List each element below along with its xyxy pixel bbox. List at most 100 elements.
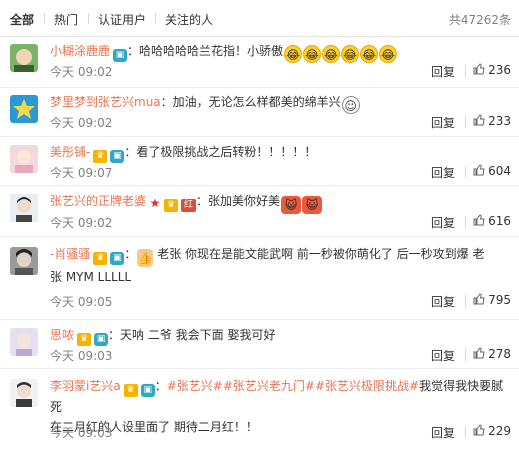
reply-button[interactable]: 回复	[431, 293, 455, 310]
thumbs-up-icon	[473, 114, 485, 126]
avatar-image	[13, 99, 35, 119]
reply-button[interactable]: 回复	[431, 347, 455, 364]
avatar-image	[14, 49, 34, 72]
tab-divider	[88, 13, 89, 24]
action-divider	[465, 216, 466, 228]
avatar[interactable]	[10, 194, 38, 222]
comment-content: ：加油，无论怎么样都美的绵羊兴	[160, 95, 341, 109]
topic-link[interactable]: #张艺兴老九门#	[223, 379, 315, 393]
comment-content-prefix: ：	[154, 379, 167, 393]
like-button[interactable]: 616	[473, 214, 511, 228]
like-count: 616	[488, 214, 511, 228]
reply-button[interactable]: 回复	[431, 63, 455, 80]
camera-icon: ▣	[110, 150, 125, 163]
comment-text: 小糊涂鹿鹿 ▣ ：哈哈哈哈哈兰花指！小骄傲 😂 😂 😂 😂 😂 😂	[50, 41, 507, 63]
like-button[interactable]: 604	[473, 164, 511, 178]
comment-text: 美彤铺- ♛ ▣ ：看了极限挑战之后转粉！！！！！	[50, 142, 507, 163]
like-button[interactable]: 795	[473, 293, 511, 307]
avatar[interactable]	[10, 44, 38, 72]
comment-content-prefix: ：	[124, 247, 137, 261]
avatar[interactable]	[10, 145, 38, 173]
camera-icon: ▣	[113, 49, 128, 62]
topic-link[interactable]: #张艺兴#	[167, 379, 223, 393]
reply-button[interactable]: 回复	[431, 114, 455, 131]
avatar-image	[10, 328, 38, 356]
username-link[interactable]: -肖骚骚	[50, 247, 90, 261]
like-count: 233	[488, 114, 511, 128]
camera-icon: ▣	[110, 252, 125, 265]
username-link[interactable]: 梦里梦到张艺兴mua	[50, 95, 161, 109]
like-button[interactable]: 233	[473, 114, 511, 128]
vip-icon: ♛	[77, 333, 92, 346]
action-divider	[465, 295, 466, 307]
comment-time: 今天 09:05	[50, 295, 113, 309]
avatar[interactable]	[10, 328, 38, 356]
tab-following[interactable]: 关注的人	[165, 11, 213, 28]
vip-icon: ♛	[123, 384, 138, 397]
comment-time: 今天 09:07	[50, 166, 113, 180]
comment-item: -肖骚骚 ♛ ▣： 👍 老张 你现在是能文能武啊 前一秒被你萌化了 后一秒攻到爆 老 …	[0, 237, 519, 320]
tab-hot[interactable]: 热门	[54, 11, 78, 28]
action-divider	[465, 65, 466, 77]
avatar-image	[10, 194, 38, 222]
camera-icon: ▣	[94, 333, 109, 346]
comment-item: 梦里梦到张艺兴mua：加油，无论怎么样都美的绵羊兴 ☺ 今天 09:02 回复 2…	[0, 88, 519, 137]
comment-item: 张艺兴的正牌老婆 ★ ♛ 红：张加美你好美 😺 😺 今天 09:02 回复 616	[0, 186, 519, 237]
vip-icon: ♛	[93, 252, 108, 265]
tab-divider	[155, 13, 156, 24]
cat-emoji: 😺	[281, 196, 302, 214]
avatar[interactable]	[10, 247, 38, 275]
star-icon: ★	[149, 196, 161, 210]
topic-link[interactable]: #张艺兴极限挑战#	[315, 379, 419, 393]
username-link[interactable]: 思哝	[50, 328, 74, 342]
like-button[interactable]: 229	[473, 424, 511, 438]
comment-text: 思哝 ♛ ▣ ：天呐 二爷 我会下面 娶我可好	[50, 325, 507, 346]
comment-content: ：张加美你好美	[196, 194, 281, 208]
action-divider	[465, 116, 466, 128]
comment-content: 老张 你现在是能文能武啊 前一秒被你萌化了 后一秒攻到爆 老	[157, 247, 485, 261]
reply-button[interactable]: 回复	[431, 214, 455, 231]
like-count: 278	[488, 347, 511, 361]
comment-item: 美彤铺- ♛ ▣ ：看了极限挑战之后转粉！！！！！ 今天 09:07 回复 604	[0, 137, 519, 186]
avatar-image	[15, 150, 33, 173]
thumbs-up-emoji: 👍	[137, 249, 154, 267]
tab-all[interactable]: 全部	[10, 11, 34, 28]
laugh-emoji: 😂	[341, 45, 360, 63]
comment-count: 共47262条	[448, 13, 511, 27]
username-link[interactable]: 小糊涂鹿鹿	[50, 44, 110, 58]
laugh-emoji: 😂	[303, 45, 322, 63]
laugh-emoji: 😂	[360, 45, 379, 63]
reply-button[interactable]: 回复	[431, 164, 455, 181]
thumbs-up-icon	[473, 293, 485, 305]
avatar[interactable]	[10, 379, 38, 407]
laugh-emoji: 😂	[322, 45, 341, 63]
comment-time: 今天 09:02	[50, 116, 113, 130]
thumbs-up-icon	[473, 347, 485, 359]
comment-time: 今天 09:03	[50, 349, 113, 363]
tab-divider	[44, 13, 45, 24]
comment-filter-tabs: 全部 热门 认证用户 关注的人 共47262条	[0, 0, 519, 37]
avatar[interactable]	[10, 95, 38, 123]
comment-text: -肖骚骚 ♛ ▣： 👍 老张 你现在是能文能武啊 前一秒被你萌化了 后一秒攻到爆 老 …	[50, 244, 507, 287]
username-link[interactable]: 张艺兴的正牌老婆	[50, 194, 146, 208]
avatar-image	[10, 379, 38, 407]
thumbs-up-icon	[473, 63, 485, 75]
laugh-emoji: 😂	[379, 45, 398, 63]
like-count: 229	[488, 424, 511, 438]
comment-content: ：天呐 二爷 我会下面 娶我可好	[108, 328, 276, 342]
username-link[interactable]: 美彤铺-	[50, 145, 90, 159]
thumbs-up-icon	[473, 164, 485, 176]
like-button[interactable]: 236	[473, 63, 511, 77]
vip-icon: ♛	[164, 199, 179, 212]
comment-item: 小糊涂鹿鹿 ▣ ：哈哈哈哈哈兰花指！小骄傲 😂 😂 😂 😂 😂 😂 今天 09:02 回复 23…	[0, 37, 519, 88]
laugh-emoji: 😂	[284, 45, 303, 63]
reply-button[interactable]: 回复	[431, 424, 455, 441]
action-divider	[465, 426, 466, 438]
like-button[interactable]: 278	[473, 347, 511, 361]
hong-badge: 红	[181, 199, 197, 212]
thumbs-up-icon	[473, 214, 485, 226]
username-link[interactable]: 李羽蒙i艺兴a	[50, 379, 121, 393]
tab-verified-users[interactable]: 认证用户	[98, 11, 146, 28]
avatar-image	[10, 247, 38, 275]
thumbs-up-icon	[473, 424, 485, 436]
